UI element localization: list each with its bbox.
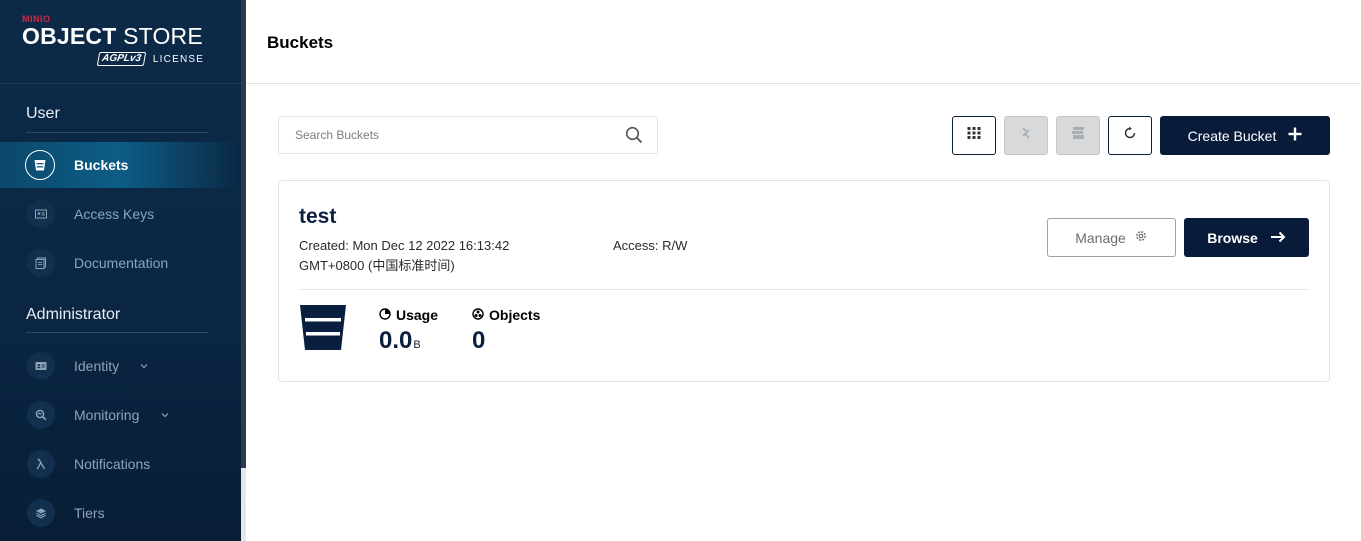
gear-icon [1134,229,1148,246]
license-text: LICENSE [152,53,205,65]
usage-stat: Usage 0.0B [379,307,438,355]
bucket-card[interactable]: test Created: Mon Dec 12 2022 16:13:42 G… [278,180,1330,382]
objects-label: Objects [472,307,540,323]
chevron-down-icon[interactable] [136,358,152,374]
replication-button[interactable] [1004,116,1048,155]
sidebar-item-label: Monitoring [74,407,140,423]
section-title-user: User [26,105,60,122]
sidebar-item-label: Tiers [74,505,105,521]
bucket-created: Created: Mon Dec 12 2022 16:13:42 GMT+08… [299,238,510,273]
usage-unit: B [413,339,421,351]
sidebar-item-label: Documentation [74,255,169,271]
logo-license: AGPLv3 LICENSE [96,52,205,66]
lambda-icon [27,450,55,478]
agpl-badge: AGPLv3 [96,52,147,66]
minio-logo[interactable]: MINIO OBJECT STORE AGPLv3 LICENSE [22,14,222,74]
replication-icon [1018,125,1034,146]
chevron-down-icon[interactable] [157,407,173,423]
create-bucket-label: Create Bucket [1187,127,1277,144]
sidebar-item-monitoring[interactable]: Monitoring [0,392,241,438]
section-divider [26,332,208,333]
main-content: Buckets Search Buckets Create Bucket tes… [246,0,1361,541]
browse-button[interactable]: Browse [1184,218,1309,257]
search-box[interactable] [278,116,658,154]
bucket-icon [299,304,347,352]
documentation-icon [27,249,55,277]
tiers-icon [27,499,55,527]
usage-value: 0.0B [379,327,421,354]
bucket-access: Access: R/W [613,238,688,253]
manage-label: Manage [1075,229,1126,246]
sidebar-item-label: Notifications [74,456,151,472]
grid-view-button[interactable] [952,116,996,155]
sidebar-item-tiers[interactable]: Tiers [0,490,241,536]
lifecycle-button[interactable] [1056,116,1100,155]
objects-value: 0 [472,327,486,354]
logo-divider [0,83,241,84]
sidebar-item-notifications[interactable]: Notifications [0,441,241,487]
sidebar-item-label: Access Keys [74,206,155,222]
refresh-button[interactable] [1108,116,1152,155]
lifecycle-icon [1070,125,1086,146]
sidebar-item-documentation[interactable]: Documentation [0,240,241,286]
sidebar-item-buckets[interactable]: Buckets [0,142,241,188]
search-input[interactable] [279,117,619,153]
monitoring-icon [27,401,55,429]
key-card-icon [27,200,55,228]
identity-icon [27,352,55,380]
bucket-name[interactable]: test [299,205,336,229]
arrow-right-icon [1270,230,1286,246]
section-divider [26,132,208,133]
page-header: Buckets [246,0,1361,84]
bucket-icon [25,150,55,180]
sidebar-item-access-keys[interactable]: Access Keys [0,191,241,237]
manage-button[interactable]: Manage [1047,218,1176,257]
grid-icon [967,126,981,145]
refresh-icon [1123,126,1137,145]
browse-label: Browse [1207,229,1258,246]
app: MINIO OBJECT STORE AGPLv3 LICENSE User B… [0,0,1361,541]
objects-icon [472,307,484,323]
create-bucket-button[interactable]: Create Bucket [1160,116,1330,155]
page-title: Buckets [267,33,334,52]
logo-product: OBJECT STORE [22,23,203,49]
objects-stat: Objects 0 [472,307,540,355]
usage-label: Usage [379,307,438,323]
section-title-administrator: Administrator [26,306,121,323]
sidebar-item-label: Buckets [74,157,129,173]
sidebar-item-identity[interactable]: Identity [0,343,241,389]
plus-icon [1288,127,1302,144]
card-divider [299,289,1309,290]
pie-chart-icon [379,307,391,323]
sidebar: MINIO OBJECT STORE AGPLv3 LICENSE User B… [0,0,241,541]
sidebar-item-label: Identity [74,358,120,374]
search-icon[interactable] [625,126,643,144]
